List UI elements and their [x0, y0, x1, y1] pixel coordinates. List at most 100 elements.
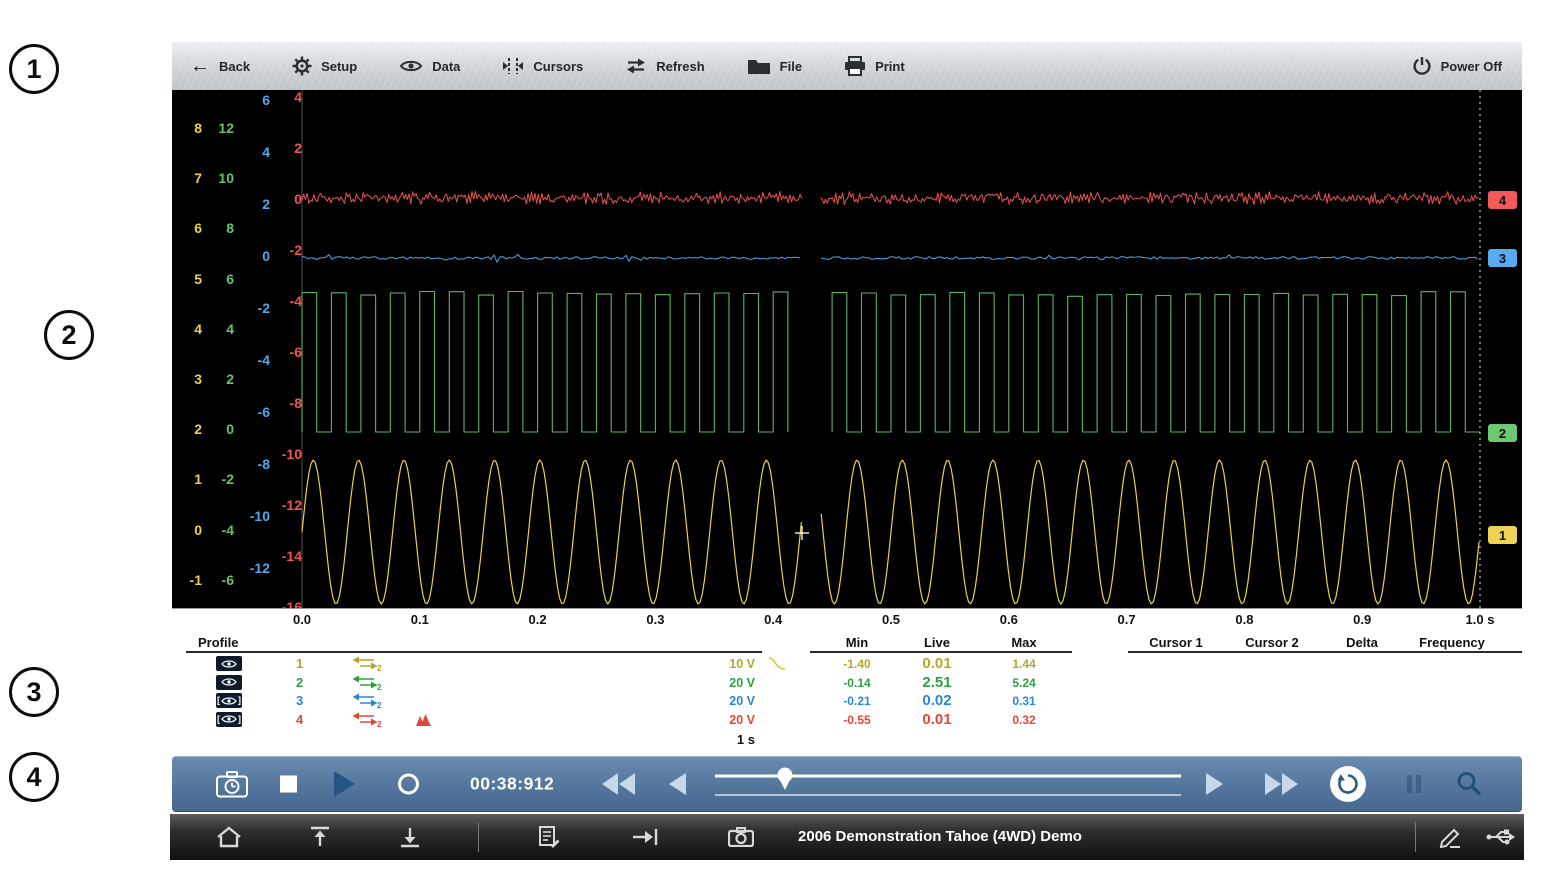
exit-data-icon[interactable] — [632, 827, 658, 847]
move-trace-down-icon[interactable] — [398, 825, 422, 849]
channel-2-visibility-eye-icon[interactable] — [216, 675, 242, 690]
back-button[interactable]: ← Back — [190, 56, 250, 76]
home-icon[interactable] — [216, 826, 242, 848]
scope-display[interactable]: 876543210-1121086420-2-4-66420-2-4-6-8-1… — [172, 90, 1522, 609]
profile-row-channel-1: 1210 V-1.400.011.44 — [170, 655, 1524, 673]
channel-probe-icon[interactable]: 2 — [352, 656, 382, 671]
profile-row-channel-4: [] 4 2 20 V -0.55 0.01 0.32 — [170, 711, 1524, 729]
trigger-pattern-icon — [416, 713, 431, 726]
waveform-plot[interactable] — [172, 90, 1522, 608]
x-axis-tick: 0.9 — [1353, 612, 1371, 627]
waveform-channel-1 — [302, 460, 801, 604]
print-button[interactable]: Print — [844, 56, 905, 76]
setup-button[interactable]: Setup — [292, 56, 357, 76]
snapshot-camera-icon[interactable] — [216, 771, 248, 798]
waveform-channel-3 — [821, 255, 1478, 260]
callout-3: 3 — [9, 667, 59, 717]
channel-badge-1[interactable]: 1 — [1488, 526, 1517, 544]
channel-probe-icon[interactable]: 2 — [352, 675, 382, 690]
profile-rows: 1210 V-1.400.011.442220 V-0.142.515.24[]… — [170, 655, 1524, 733]
max-value: 0.32 — [994, 713, 1054, 727]
timeline-slider[interactable] — [715, 764, 1181, 804]
usb-icon[interactable] — [1486, 827, 1516, 847]
channel-badge-4[interactable]: 4 — [1488, 191, 1517, 209]
screenshot-camera-icon[interactable] — [728, 827, 754, 847]
channel-probe-icon[interactable]: 2 — [352, 712, 382, 727]
callout-4: 4 — [9, 752, 59, 802]
step-back-button[interactable] — [669, 773, 686, 795]
channel-number: 1 — [296, 656, 303, 671]
scope-app: ← Back Setup Data Cursors Refresh File P… — [170, 0, 1524, 860]
channel-scale-value[interactable]: 20 V — [685, 713, 755, 727]
loop-button[interactable] — [1330, 766, 1366, 802]
stylus-icon[interactable] — [1438, 826, 1462, 848]
channel-scale-value[interactable]: 20 V — [685, 694, 755, 708]
refresh-button[interactable]: Refresh — [625, 57, 704, 75]
channel-1-visibility-eye-icon[interactable] — [216, 656, 242, 671]
channel-probe-icon[interactable]: 2 — [352, 693, 382, 708]
refresh-icon — [625, 57, 647, 75]
stop-button[interactable] — [280, 776, 297, 793]
waveform-channel-2 — [302, 292, 788, 433]
file-button[interactable]: File — [747, 57, 802, 75]
min-value: -0.55 — [827, 713, 887, 727]
cursor-divider — [1128, 651, 1522, 653]
waveform-channel-4 — [302, 191, 802, 204]
live-column-header: Live — [924, 635, 950, 650]
svg-text:2: 2 — [377, 720, 382, 727]
pause-icon-disabled[interactable] — [1407, 775, 1421, 793]
cursors-icon — [502, 56, 524, 76]
sweep-time: 1 s — [685, 732, 755, 747]
fast-forward-button[interactable] — [1264, 773, 1298, 795]
setup-label: Setup — [321, 59, 357, 74]
channel-scale-value[interactable]: 10 V — [685, 657, 755, 671]
back-label: Back — [219, 59, 250, 74]
x-axis-tick: 1.0 s — [1466, 612, 1495, 627]
top-toolbar: ← Back Setup Data Cursors Refresh File P… — [172, 42, 1522, 90]
printer-icon — [844, 56, 866, 76]
x-axis-tick: 0.1 — [411, 612, 429, 627]
power-icon — [1412, 56, 1432, 76]
x-axis: 0.00.10.20.30.40.50.60.70.80.91.0 s — [172, 609, 1522, 634]
channel-number: 4 — [296, 712, 303, 727]
play-button[interactable] — [334, 771, 355, 797]
loop-icon — [1337, 773, 1359, 795]
live-value: 0.01 — [902, 711, 972, 728]
channel-4-visibility-eye-icon[interactable]: [] — [216, 712, 242, 727]
x-axis-tick: 0.8 — [1235, 612, 1253, 627]
back-arrow-icon: ← — [190, 56, 210, 76]
file-label: File — [780, 59, 802, 74]
channel-number: 3 — [296, 693, 303, 708]
rewind-button[interactable] — [602, 773, 636, 795]
min-value: -0.14 — [827, 676, 887, 690]
move-trace-up-icon[interactable] — [308, 825, 332, 849]
channel-number: 2 — [296, 675, 303, 690]
stats-divider — [810, 651, 1072, 653]
data-button[interactable]: Data — [399, 58, 460, 74]
step-forward-button[interactable] — [1206, 773, 1223, 795]
power-off-button[interactable]: Power Off — [1412, 56, 1502, 76]
folder-icon — [747, 57, 771, 75]
profile-panel: Profile Min Live Max Cursor 1 Cursor 2 D… — [170, 634, 1524, 756]
eye-icon — [399, 58, 423, 74]
slider-thumb[interactable] — [777, 768, 792, 791]
channel-3-visibility-eye-icon[interactable]: [] — [216, 693, 242, 708]
callout-2: 2 — [44, 310, 94, 360]
zoom-icon[interactable] — [1456, 771, 1483, 798]
status-bar: 2006 Demonstration Tahoe (4WD) Demo — [170, 814, 1524, 860]
playback-bar: 00:38:912 — [172, 756, 1522, 812]
channel-scale-value[interactable]: 20 V — [685, 676, 755, 690]
channel-badge-2[interactable]: 2 — [1488, 424, 1517, 442]
data-label: Data — [432, 59, 460, 74]
print-label: Print — [875, 59, 905, 74]
cursors-button[interactable]: Cursors — [502, 56, 583, 76]
record-button[interactable] — [398, 774, 419, 795]
min-value: -0.21 — [827, 694, 887, 708]
channel-badge-3[interactable]: 3 — [1488, 249, 1517, 267]
cursors-label: Cursors — [533, 59, 583, 74]
gear-icon — [292, 56, 312, 76]
notes-icon[interactable] — [538, 826, 560, 848]
statusbar-divider — [1415, 822, 1416, 852]
x-axis-tick: 0.6 — [1000, 612, 1018, 627]
min-value: -1.40 — [827, 657, 887, 671]
